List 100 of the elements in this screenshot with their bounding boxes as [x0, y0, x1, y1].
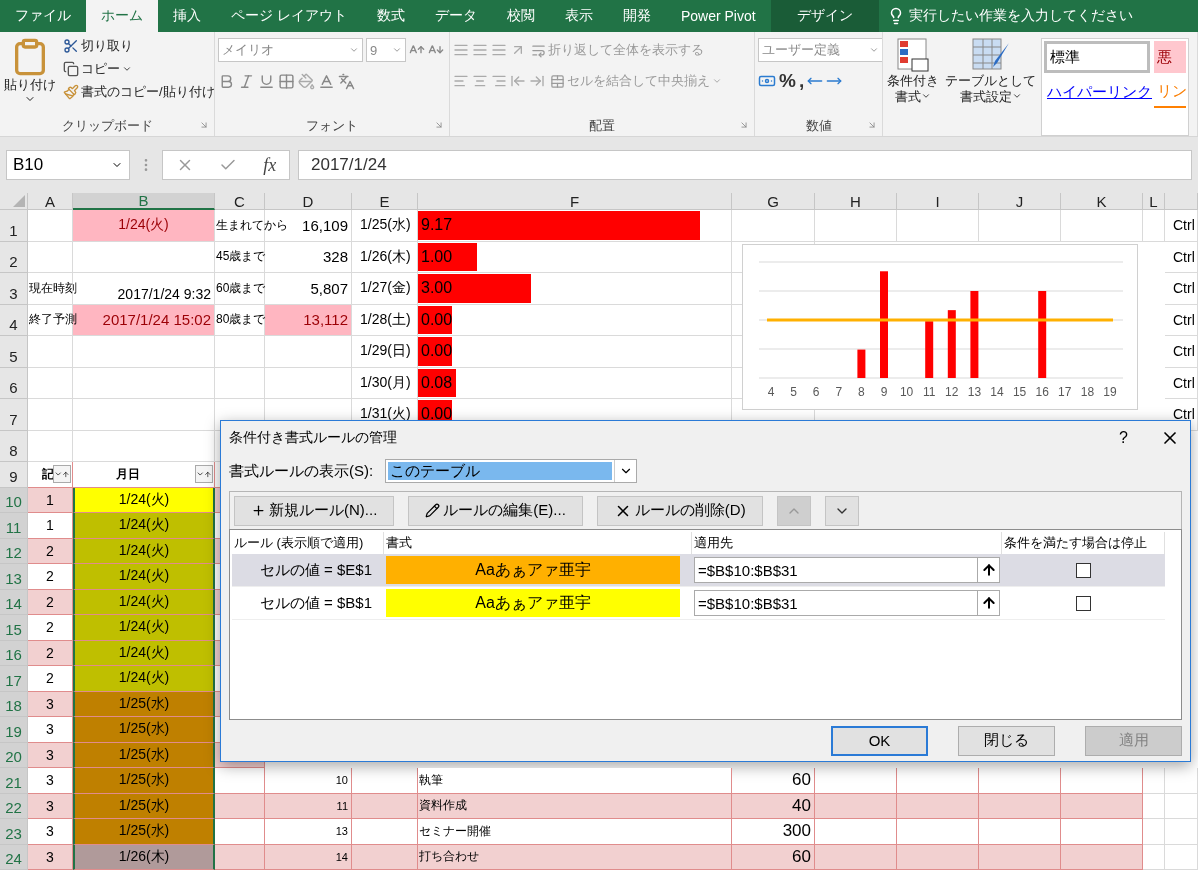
help-button[interactable]: ? — [1119, 429, 1128, 447]
cell-style[interactable]: ハイパーリンク — [1044, 76, 1150, 108]
ribbon-tab[interactable]: ページ レイアウト — [216, 0, 362, 32]
row-header[interactable]: 17 — [0, 666, 28, 692]
row-header[interactable]: 21 — [0, 768, 28, 794]
paste-button[interactable]: 貼り付け — [3, 36, 57, 116]
name-box[interactable]: B10 — [6, 150, 130, 180]
column-header[interactable]: F — [418, 193, 732, 210]
ribbon-tab[interactable]: ホーム — [86, 0, 158, 32]
filter-button[interactable] — [195, 465, 213, 483]
row-header[interactable]: 10 — [0, 487, 28, 513]
table-cell: 1/24(火) — [73, 564, 215, 590]
ribbon-tab[interactable]: ファイル — [0, 0, 86, 32]
font-size-field[interactable]: 9 — [366, 38, 406, 62]
row-header[interactable]: 18 — [0, 691, 28, 717]
column-header[interactable]: D — [265, 193, 352, 210]
borders-icon[interactable] — [278, 72, 295, 90]
decrease-indent-icon[interactable] — [510, 73, 526, 89]
font-color-icon[interactable] — [318, 72, 335, 90]
rule-row[interactable]: セルの値 = $E$1 — [232, 554, 384, 587]
align-right-icon[interactable] — [491, 73, 507, 89]
toolbar-button[interactable]: ルールの編集(E)... — [408, 495, 583, 526]
cut-button[interactable]: 切り取り — [61, 36, 214, 56]
row-header[interactable]: 7 — [0, 399, 28, 431]
dialog-button[interactable]: 閉じる — [958, 725, 1055, 756]
ribbon-tab[interactable]: 開発 — [607, 0, 666, 32]
align-middle-icon[interactable] — [472, 42, 488, 58]
tell-me-field[interactable]: 実行したい作業を入力してください — [908, 7, 1133, 25]
column-header[interactable]: K — [1061, 193, 1143, 210]
table-cell: 1/25(水) — [73, 819, 215, 845]
column-header[interactable]: I — [897, 193, 979, 210]
row-header[interactable]: 4 — [0, 304, 28, 336]
toolbar-button[interactable]: ルールの削除(D) — [596, 495, 763, 526]
column-header[interactable]: A — [28, 193, 73, 210]
row-header[interactable]: 2 — [0, 241, 28, 273]
row-header[interactable]: 11 — [0, 513, 28, 539]
row-header[interactable]: 16 — [0, 640, 28, 666]
ribbon-tab[interactable]: 校閲 — [491, 0, 550, 32]
ribbon-tab[interactable]: 挿入 — [158, 0, 216, 32]
move-down-button[interactable] — [824, 495, 859, 526]
row-header[interactable]: 8 — [0, 430, 28, 462]
underline-icon[interactable] — [258, 72, 275, 90]
ribbon-tab[interactable]: デザイン — [770, 0, 879, 32]
table-cell — [215, 768, 265, 794]
row-header[interactable]: 14 — [0, 589, 28, 615]
formula-field[interactable]: 2017/1/24 — [298, 150, 1192, 180]
row-header[interactable]: 1 — [0, 210, 28, 242]
select-all-icon[interactable] — [13, 195, 25, 207]
group-label: クリップボード — [61, 117, 153, 135]
format-painter-button[interactable]: 書式のコピー/貼り付け — [61, 82, 214, 102]
row-header[interactable]: 9 — [0, 462, 28, 488]
align-left-icon[interactable] — [453, 73, 469, 89]
row-header[interactable]: 13 — [0, 564, 28, 590]
ribbon-tab[interactable]: データ — [419, 0, 492, 32]
checkbox[interactable] — [1076, 562, 1091, 578]
italic-icon[interactable] — [238, 72, 255, 90]
fill-color-icon[interactable] — [298, 72, 315, 90]
conditional-format-button[interactable]: 条件付き 書式 — [886, 36, 940, 136]
filter-button[interactable] — [53, 465, 71, 483]
row-header[interactable]: 15 — [0, 615, 28, 641]
align-top-icon[interactable] — [453, 42, 469, 58]
column-header[interactable]: E — [352, 193, 418, 210]
phonetic-icon[interactable] — [338, 72, 355, 90]
column-header[interactable]: G — [732, 193, 815, 210]
column-header[interactable]: H — [815, 193, 897, 210]
row-header[interactable]: 6 — [0, 367, 28, 399]
row-header[interactable]: 23 — [0, 819, 28, 845]
ribbon-tab[interactable]: Power Pivot — [665, 0, 771, 32]
toolbar-button[interactable]: 新規ルール(N)... — [234, 495, 395, 526]
row-header[interactable]: 24 — [0, 844, 28, 870]
row-header[interactable]: 19 — [0, 717, 28, 743]
align-center-icon[interactable] — [472, 73, 488, 89]
comma-button[interactable]: , — [798, 70, 805, 92]
dialog-button[interactable]: OK — [831, 725, 928, 756]
align-bottom-icon[interactable] — [491, 42, 507, 58]
ribbon-tab[interactable]: 数式 — [361, 0, 420, 32]
format-as-table-button[interactable]: テーブルとして 書式設定 — [944, 36, 1037, 136]
applies-to-field[interactable]: =$B$10:$B$31 — [694, 557, 1000, 583]
row-header[interactable]: 5 — [0, 336, 28, 368]
row-header[interactable]: 3 — [0, 273, 28, 305]
copy-button[interactable]: コピー — [61, 59, 214, 79]
row-header[interactable]: 20 — [0, 742, 28, 768]
row-header[interactable]: 22 — [0, 793, 28, 819]
insert-function-button[interactable]: fx — [263, 154, 277, 176]
row-header[interactable]: 12 — [0, 538, 28, 564]
column-header[interactable]: C — [215, 193, 265, 210]
applies-to-field[interactable]: =$B$10:$B$31 — [694, 590, 1000, 616]
cell-style[interactable]: 悪 — [1154, 41, 1186, 73]
column-header[interactable]: J — [979, 193, 1061, 210]
column-header[interactable]: L — [1143, 193, 1165, 210]
increase-indent-icon[interactable] — [529, 73, 545, 89]
number-format-field[interactable]: ユーザー定義 — [758, 38, 882, 62]
checkbox[interactable] — [1076, 595, 1091, 611]
cell-style[interactable]: 標準 — [1044, 41, 1150, 73]
column-header[interactable]: B — [73, 193, 215, 210]
percent-button[interactable]: % — [779, 70, 796, 92]
rule-scope-dropdown[interactable]: このテーブル — [385, 459, 638, 483]
font-name-field[interactable]: メイリオ — [218, 38, 363, 62]
ribbon-tab[interactable]: 表示 — [549, 0, 608, 32]
cell-text: 生まれてから — [216, 216, 288, 234]
